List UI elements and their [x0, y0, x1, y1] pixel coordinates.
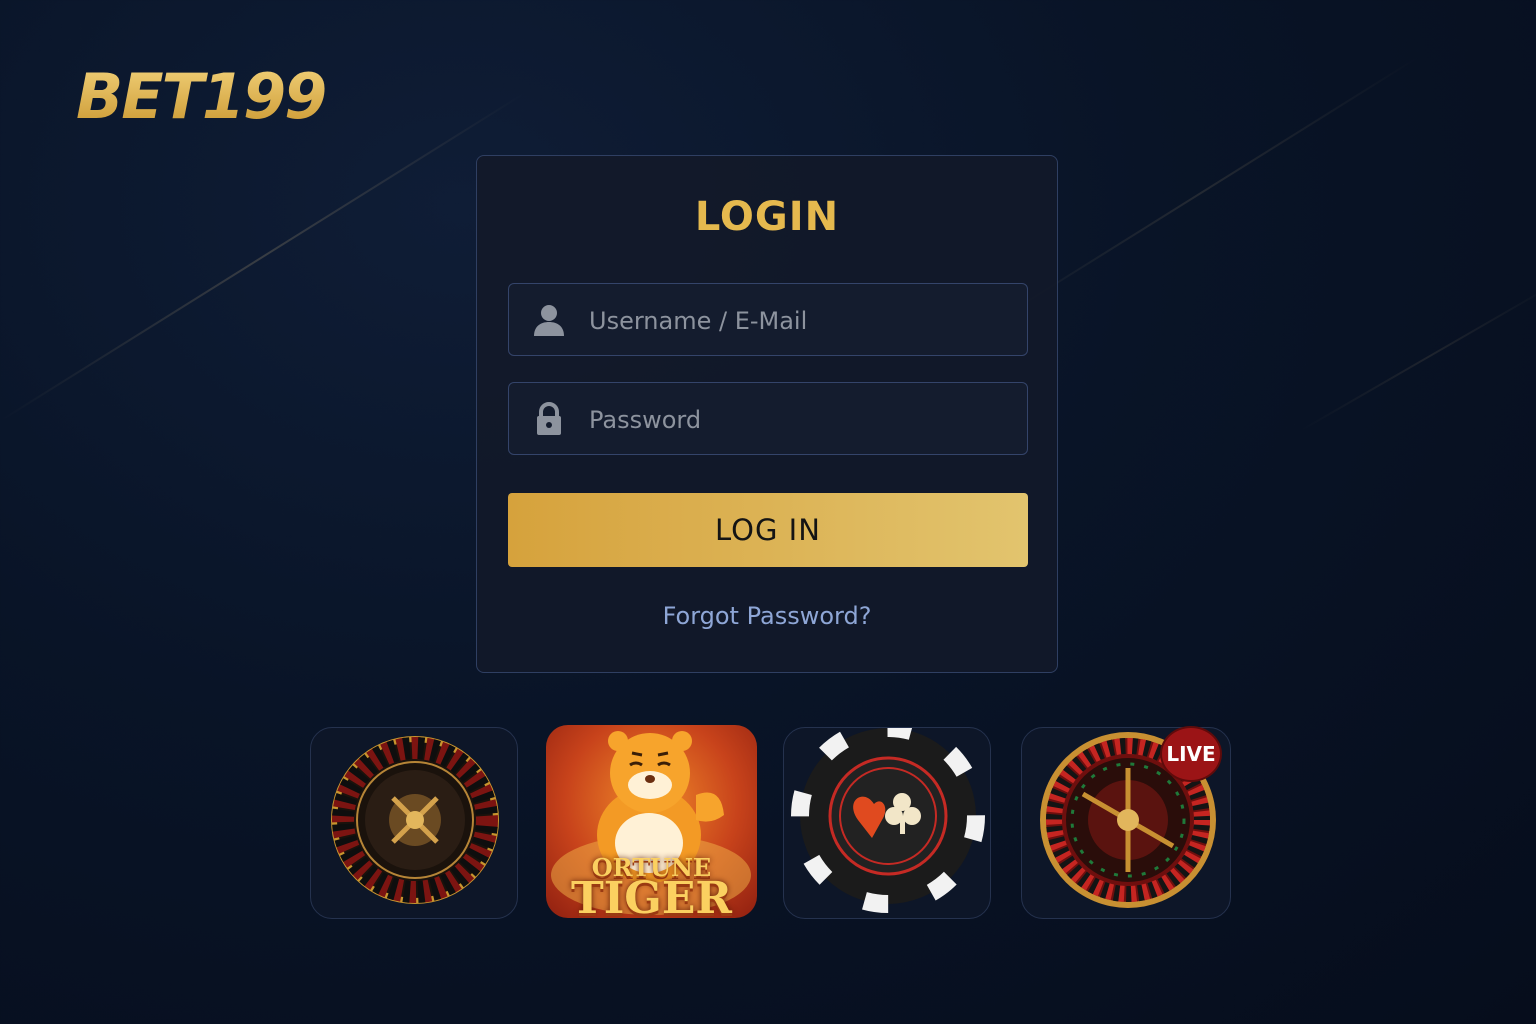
- user-icon: [531, 302, 567, 338]
- brand-logo[interactable]: BET199: [76, 60, 327, 133]
- login-title: LOGIN: [694, 194, 840, 240]
- forgot-password-link[interactable]: Forgot Password?: [477, 602, 1057, 630]
- light-streak: [1299, 280, 1536, 432]
- game-tile-poker[interactable]: [783, 727, 991, 919]
- roulette-wheel-icon: [331, 736, 499, 904]
- password-field[interactable]: [508, 382, 1028, 456]
- live-badge: LIVE: [1160, 726, 1222, 782]
- log-in-button[interactable]: LOG IN: [508, 493, 1028, 567]
- game-tile-roulette[interactable]: [310, 727, 518, 919]
- login-card: LOGIN LOG IN Forgot Password?: [476, 155, 1058, 673]
- tiger-title-bottom: TIGER: [570, 873, 732, 918]
- game-tile-fortune-tiger[interactable]: ORTUNE TIGER: [546, 725, 757, 918]
- lock-icon: [531, 401, 567, 437]
- username-input[interactable]: [587, 284, 1011, 357]
- game-tile-live-roulette[interactable]: LIVE: [1021, 726, 1231, 919]
- username-field[interactable]: [508, 283, 1028, 357]
- light-streak: [0, 91, 527, 422]
- poker-chip-icon: [791, 728, 985, 913]
- password-input[interactable]: [587, 383, 1011, 456]
